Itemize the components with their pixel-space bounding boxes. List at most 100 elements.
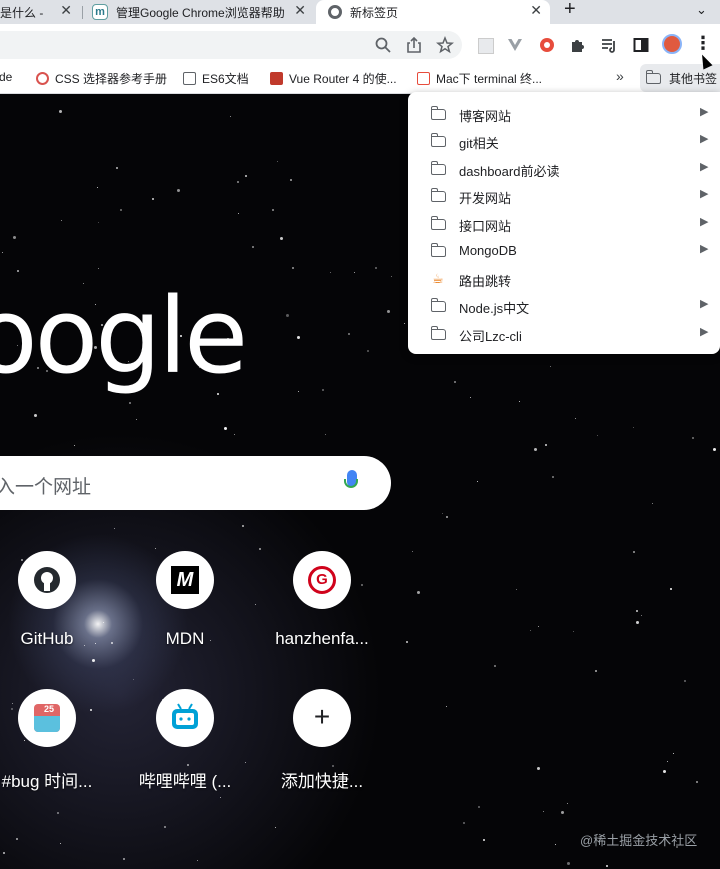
star: [330, 272, 331, 273]
extensions-puzzle-icon[interactable]: [569, 36, 587, 54]
shortcut-mdn[interactable]: M MDN: [126, 551, 244, 649]
folder-icon: [430, 133, 446, 147]
star: [575, 418, 576, 419]
star: [220, 797, 221, 798]
tab-3-title: 新标签页: [350, 5, 399, 20]
bookmark-label: Vue Router 4 的使...: [289, 72, 397, 86]
star: [98, 268, 99, 269]
tab-strip: 是什么 - ✕ m 管理Google Chrome浏览器帮助 ✕ 新标签页 ✕ …: [0, 0, 720, 24]
menu-item-folder[interactable]: 开发网站 ▶: [408, 182, 720, 209]
extension-lamp-icon[interactable]: [538, 36, 556, 54]
shortcut-add[interactable]: + 添加快捷...: [263, 689, 381, 792]
star: [545, 444, 547, 446]
submenu-arrow-icon: ▶: [700, 243, 709, 255]
folder-icon: [430, 243, 446, 257]
star: [286, 314, 289, 317]
star: [237, 181, 239, 183]
menu-item-folder[interactable]: git相关 ▶: [408, 127, 720, 154]
shortcut-label: 哔哩哔哩 (...: [138, 772, 232, 791]
bookmark-css[interactable]: CSS 选择器参考手册: [36, 70, 167, 87]
menu-dots-icon[interactable]: ⋮: [694, 34, 712, 52]
zoom-icon[interactable]: [374, 36, 392, 54]
address-bar[interactable]: [0, 31, 462, 59]
bookmark-label: Mac下 terminal 终...: [436, 72, 543, 86]
bookmarks-overflow-button[interactable]: »: [616, 68, 624, 84]
star: [470, 397, 471, 398]
star: [155, 548, 156, 549]
menu-item-folder[interactable]: 接口网站 ▶: [408, 210, 720, 237]
shortcut-hanzhenfang[interactable]: G hanzhenfa...: [263, 551, 381, 649]
star: [367, 350, 369, 352]
star: [552, 476, 554, 478]
star: [74, 445, 75, 446]
shortcut-label: GitHub: [20, 629, 74, 648]
star: [34, 414, 37, 417]
star: [406, 641, 408, 643]
star: [272, 209, 274, 211]
star: [561, 811, 564, 814]
bookmark-label: de: [0, 70, 13, 84]
star: [290, 179, 292, 181]
other-bookmarks-menu: 博客网站 ▶ git相关 ▶ dashboard前必读 ▶ 开发网站 ▶ 接口网…: [408, 92, 720, 354]
star: [543, 811, 544, 812]
github-icon: [18, 551, 76, 609]
star: [224, 427, 227, 430]
menu-item-folder[interactable]: 公司Lzc-cli ▶: [408, 320, 720, 347]
star: [2, 252, 3, 253]
star: [123, 858, 125, 860]
star: [325, 434, 326, 435]
tab-2-close-icon[interactable]: ✕: [294, 2, 306, 19]
microphone-icon[interactable]: [344, 470, 358, 488]
menu-item-label: 接口网站: [459, 219, 512, 234]
menu-item-folder[interactable]: dashboard前必读 ▶: [408, 155, 720, 182]
search-box[interactable]: 入一个网址: [0, 456, 391, 510]
search-placeholder: 入一个网址: [0, 477, 92, 498]
shortcut-bilibili[interactable]: 哔哩哔哩 (...: [126, 689, 244, 792]
bookmark-es6[interactable]: ES6文档: [183, 70, 249, 87]
shortcut-github[interactable]: GitHub: [0, 551, 106, 649]
share-icon[interactable]: [405, 36, 423, 54]
star: [57, 812, 59, 814]
star: [92, 659, 95, 662]
folder-icon: [430, 216, 446, 230]
menu-item-folder[interactable]: Node.js中文 ▶: [408, 292, 720, 319]
other-bookmarks-button[interactable]: 其他书签: [640, 64, 720, 92]
star: [133, 679, 134, 680]
reading-list-icon[interactable]: [600, 36, 618, 54]
tab-3-active[interactable]: 新标签页 ✕: [316, 0, 550, 24]
menu-item-link[interactable]: ☕ 路由跳转: [408, 265, 720, 292]
star: [692, 437, 694, 439]
tab-1[interactable]: 是什么 - ✕: [0, 0, 80, 24]
menu-item-folder[interactable]: MongoDB ▶: [408, 237, 720, 264]
star: [387, 310, 390, 313]
profile-avatar[interactable]: [662, 34, 682, 54]
menu-item-label: MongoDB: [459, 243, 517, 258]
star: [120, 209, 122, 211]
star: [446, 706, 447, 707]
extension-vue-icon[interactable]: [506, 36, 524, 54]
star: [550, 366, 551, 367]
extension-qr-icon[interactable]: [478, 38, 494, 54]
star: [375, 267, 377, 269]
tab-separator: [82, 6, 83, 19]
bookmark-vue-router[interactable]: Vue Router 4 的使...: [270, 70, 397, 87]
bookmark-label: ES6文档: [202, 72, 249, 86]
star: [298, 391, 299, 392]
star: [177, 189, 180, 192]
tab-1-close-icon[interactable]: ✕: [60, 2, 72, 19]
bookmarks-bar: de CSS 选择器参考手册 ES6文档 Vue Router 4 的使... …: [0, 62, 720, 94]
bookmark-mac-terminal[interactable]: Mac下 terminal 终...: [417, 70, 542, 87]
star: [670, 588, 672, 590]
bookmark-star-icon[interactable]: [436, 36, 454, 54]
mdn-icon: M: [156, 551, 214, 609]
new-tab-button[interactable]: +: [564, 0, 576, 21]
star: [404, 323, 405, 324]
shortcut-bug-calendar[interactable]: 25 #bug 时间...: [0, 689, 106, 792]
bookmark-item[interactable]: de: [0, 70, 12, 84]
tab-3-close-icon[interactable]: ✕: [530, 2, 542, 19]
tab-2[interactable]: 管理Google Chrome浏览器帮助 ✕: [84, 0, 314, 24]
side-panel-icon[interactable]: [632, 36, 650, 54]
tab-search-chevron-icon[interactable]: ⌄: [696, 2, 707, 18]
menu-item-folder[interactable]: 博客网站 ▶: [408, 100, 720, 127]
star: [673, 753, 674, 754]
